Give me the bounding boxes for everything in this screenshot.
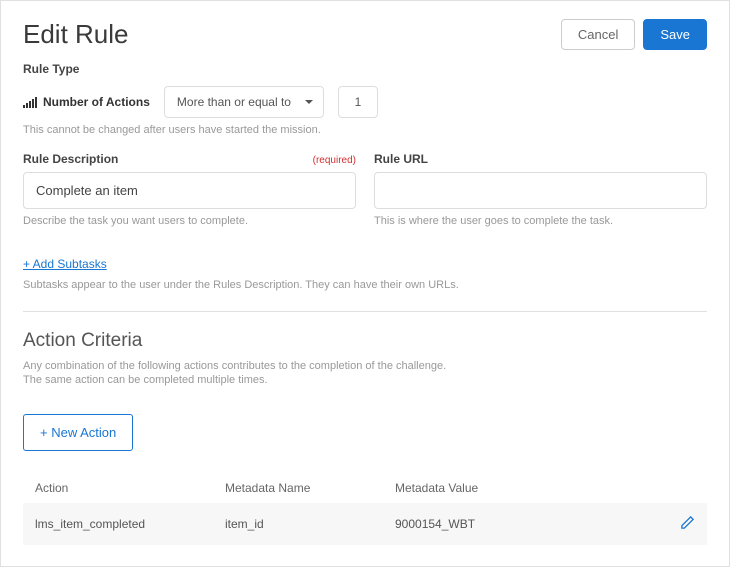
header: Edit Rule Cancel Save bbox=[23, 19, 707, 50]
rule-type-help: This cannot be changed after users have … bbox=[23, 124, 707, 136]
save-button[interactable]: Save bbox=[643, 19, 707, 50]
cancel-button[interactable]: Cancel bbox=[561, 19, 635, 50]
col-meta-value: Metadata Value bbox=[395, 481, 665, 495]
description-input[interactable] bbox=[23, 172, 356, 209]
url-label: Rule URL bbox=[374, 152, 428, 166]
operator-select[interactable]: More than or equal to bbox=[164, 86, 324, 118]
url-input[interactable] bbox=[374, 172, 707, 209]
required-indicator: (required) bbox=[313, 155, 356, 166]
edit-rule-panel: Edit Rule Cancel Save Rule Type Number o… bbox=[0, 0, 730, 567]
table-header-row: Action Metadata Name Metadata Value bbox=[23, 473, 707, 503]
rule-type-label: Rule Type bbox=[23, 62, 707, 76]
criteria-help-1: Any combination of the following actions… bbox=[23, 360, 707, 372]
new-action-button[interactable]: + New Action bbox=[23, 414, 133, 451]
description-help: Describe the task you want users to comp… bbox=[23, 215, 356, 227]
col-action: Action bbox=[35, 481, 225, 495]
url-col: Rule URL This is where the user goes to … bbox=[374, 152, 707, 243]
action-criteria-title: Action Criteria bbox=[23, 330, 707, 352]
add-subtasks-link[interactable]: + Add Subtasks bbox=[23, 257, 107, 271]
rule-type-name-text: Number of Actions bbox=[43, 95, 150, 109]
actions-table: Action Metadata Name Metadata Value lms_… bbox=[23, 473, 707, 545]
description-label: Rule Description bbox=[23, 152, 118, 166]
col-meta-name: Metadata Name bbox=[225, 481, 395, 495]
header-buttons: Cancel Save bbox=[561, 19, 707, 50]
edit-icon[interactable] bbox=[680, 519, 695, 533]
bars-ascending-icon bbox=[23, 97, 37, 111]
cell-meta-value: 9000154_WBT bbox=[395, 517, 665, 531]
rule-type-row: Number of Actions More than or equal to bbox=[23, 86, 707, 118]
rule-type-name: Number of Actions bbox=[23, 95, 150, 109]
criteria-help-2: The same action can be completed multipl… bbox=[23, 374, 707, 386]
section-divider bbox=[23, 311, 707, 312]
subtasks-help: Subtasks appear to the user under the Ru… bbox=[23, 279, 707, 291]
url-help: This is where the user goes to complete … bbox=[374, 215, 707, 227]
cell-meta-name: item_id bbox=[225, 517, 395, 531]
page-title: Edit Rule bbox=[23, 19, 129, 50]
cell-action: lms_item_completed bbox=[35, 517, 225, 531]
table-row: lms_item_completed item_id 9000154_WBT bbox=[23, 503, 707, 545]
description-col: Rule Description (required) Describe the… bbox=[23, 152, 356, 243]
threshold-input[interactable] bbox=[338, 86, 378, 118]
operator-value: More than or equal to bbox=[177, 95, 291, 109]
description-url-row: Rule Description (required) Describe the… bbox=[23, 152, 707, 243]
